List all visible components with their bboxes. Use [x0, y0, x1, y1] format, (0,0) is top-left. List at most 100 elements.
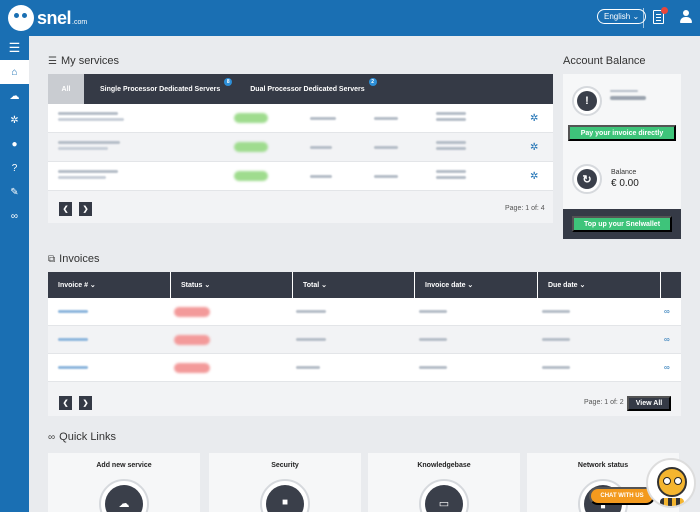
logo-domain: .com — [72, 18, 88, 26]
column-status[interactable]: Status ⌄ — [171, 272, 293, 298]
status-badge — [234, 171, 268, 181]
blurred-invoice-number[interactable] — [58, 338, 88, 341]
blurred-invoice-date — [419, 366, 447, 369]
quick-link-label: Knowledgebase — [417, 462, 471, 469]
pay-invoice-button[interactable]: Pay your invoice directly — [568, 125, 676, 141]
blurred-price — [310, 174, 332, 178]
invoices-heading: ⧉ Invoices — [48, 253, 100, 265]
link-icon[interactable]: ∞ — [664, 363, 670, 372]
gear-icon[interactable]: ✲ — [530, 113, 538, 124]
next-page-button[interactable]: ❯ — [79, 396, 92, 410]
link-icon: ∞ — [48, 431, 56, 443]
quick-links-heading: ∞ Quick Links — [48, 431, 116, 443]
blurred-due-date — [542, 366, 570, 369]
tab-single-processor[interactable]: Single Processor Dedicated Servers 8 — [84, 74, 236, 104]
menu-icon[interactable]: ☰ — [0, 36, 29, 60]
top-bar: snel .com English ⌄ — [0, 0, 700, 36]
copy-icon: ⧉ — [48, 253, 56, 265]
quick-link-security[interactable]: Security ■ — [209, 453, 361, 512]
view-all-button[interactable]: View All — [627, 396, 671, 411]
status-badge — [234, 142, 268, 152]
blurred-service-name — [58, 141, 120, 150]
blurred-dates — [436, 170, 466, 179]
logo-text: snel — [37, 7, 72, 28]
refresh-circle: ↻ — [572, 164, 602, 194]
invoices-table-header: Invoice # ⌄ Status ⌄ Total ⌄ Invoice dat… — [48, 272, 681, 298]
chat-button[interactable]: CHAT WITH US — [589, 487, 655, 505]
exclamation-icon: ! — [577, 91, 597, 111]
account-balance-title: Account Balance — [563, 55, 646, 67]
help-icon[interactable]: ? — [0, 156, 29, 180]
link-icon[interactable]: ∞ — [0, 204, 29, 228]
invoices-title: Invoices — [59, 253, 100, 265]
status-badge — [234, 113, 268, 123]
alert-circle: ! — [572, 86, 602, 116]
gear-icon[interactable]: ✲ — [530, 171, 538, 182]
status-badge — [174, 306, 210, 317]
blurred-cycle — [374, 145, 398, 149]
blurred-invoice-number[interactable] — [58, 310, 88, 313]
language-select[interactable]: English ⌄ — [597, 9, 647, 24]
column-actions — [661, 272, 681, 298]
prev-page-button[interactable]: ❮ — [59, 202, 72, 216]
blurred-due-date — [542, 338, 570, 341]
blurred-cycle — [374, 174, 398, 178]
blurred-total — [296, 310, 326, 313]
link-icon[interactable]: ∞ — [664, 335, 670, 344]
blurred-invoice-number[interactable] — [58, 366, 88, 369]
logo-bee-icon — [8, 5, 34, 31]
lock-icon: ■ — [260, 479, 310, 512]
balance-value: € 0.00 — [611, 178, 639, 189]
column-total[interactable]: Total ⌄ — [293, 272, 415, 298]
prev-page-button[interactable]: ❮ — [59, 396, 72, 410]
user-icon[interactable] — [680, 10, 692, 24]
table-row[interactable]: ✲ — [48, 133, 553, 162]
table-row[interactable]: ✲ — [48, 162, 553, 191]
cloud-icon[interactable]: ☁ — [0, 84, 29, 108]
column-due-date[interactable]: Due date ⌄ — [538, 272, 661, 298]
table-row[interactable]: ∞ — [48, 354, 681, 382]
services-title: My services — [60, 55, 120, 67]
blurred-service-name — [58, 170, 118, 179]
blurred-dates — [436, 141, 466, 150]
quick-link-add-service[interactable]: Add new service ☁ — [48, 453, 200, 512]
column-invoice-date[interactable]: Invoice date ⌄ — [415, 272, 538, 298]
quick-links-title: Quick Links — [59, 431, 116, 443]
invoices-pagination: Page: 1 of: 2 — [584, 399, 624, 406]
blurred-dates — [436, 112, 466, 121]
blurred-price — [310, 116, 336, 120]
blurred-service-name — [58, 112, 124, 121]
blurred-total — [296, 338, 326, 341]
blurred-outstanding — [610, 90, 646, 100]
table-row[interactable]: ∞ — [48, 326, 681, 354]
count-badge: 8 — [224, 78, 233, 86]
tab-all[interactable]: All — [48, 74, 84, 104]
balance-label: Balance — [611, 169, 637, 176]
cloud-icon: ☁ — [99, 479, 149, 512]
services-panel: All Single Processor Dedicated Servers 8… — [48, 74, 553, 223]
quick-link-knowledgebase[interactable]: Knowledgebase ▭ — [368, 453, 520, 512]
list-icon: ☰ — [48, 55, 57, 67]
topup-wallet-button[interactable]: Top up your Snelwallet — [572, 216, 672, 232]
count-badge: 2 — [368, 78, 377, 86]
sidebar: ☰ ⌂ ☁ ✲ ● ? ✎ ∞ — [0, 36, 29, 512]
tab-dual-processor[interactable]: Dual Processor Dedicated Servers 2 — [236, 74, 380, 104]
table-row[interactable]: ∞ — [48, 298, 681, 326]
pencil-icon[interactable]: ✎ — [0, 180, 29, 204]
notification-dot — [661, 7, 668, 14]
column-invoice-number[interactable]: Invoice # ⌄ — [48, 272, 171, 298]
services-pagination: Page: 1 of: 4 — [505, 205, 545, 212]
gear-icon[interactable]: ✲ — [0, 108, 29, 132]
services-tabs: All Single Processor Dedicated Servers 8… — [48, 74, 553, 104]
home-icon[interactable]: ⌂ — [0, 60, 29, 84]
table-row[interactable]: ✲ — [48, 104, 553, 133]
link-icon[interactable]: ∞ — [664, 307, 670, 316]
user-icon[interactable]: ● — [0, 132, 29, 156]
logo[interactable]: snel .com — [8, 5, 87, 31]
quick-link-label: Security — [271, 462, 299, 469]
status-badge — [174, 362, 210, 373]
chat-mascot-icon[interactable] — [646, 458, 696, 508]
next-page-button[interactable]: ❯ — [79, 202, 92, 216]
gear-icon[interactable]: ✲ — [530, 142, 538, 153]
quick-link-label: Add new service — [96, 462, 152, 469]
